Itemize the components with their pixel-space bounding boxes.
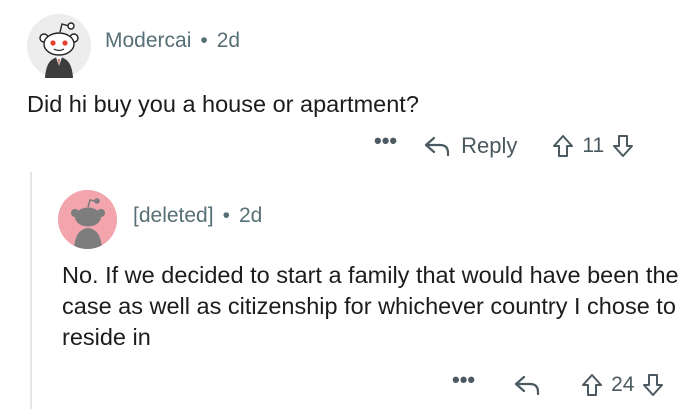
author-name: [deleted] xyxy=(133,204,214,227)
meta-separator: • xyxy=(222,204,230,227)
more-options-button[interactable]: ••• xyxy=(374,128,397,154)
comment-body: Did hi buy you a house or apartment? xyxy=(27,91,419,117)
comment-body: No. If we decided to start a family that… xyxy=(62,262,679,350)
reply-arrow-icon xyxy=(515,375,540,396)
reply-label: Reply xyxy=(461,133,518,158)
downvote-arrow-icon[interactable] xyxy=(612,134,634,158)
author-name[interactable]: Modercai xyxy=(105,29,191,52)
reply-button[interactable] xyxy=(513,373,551,397)
vote-controls: 11 xyxy=(552,134,634,158)
comment-actions: ••• Reply 11 xyxy=(374,128,634,161)
snoo-avatar-icon[interactable] xyxy=(27,14,91,78)
downvote-arrow-icon[interactable] xyxy=(642,373,664,397)
comment-timestamp: 2d xyxy=(238,204,263,227)
deleted-avatar-graphic xyxy=(58,190,117,249)
vote-score: 11 xyxy=(582,134,605,157)
comment-meta: [deleted] • 2d xyxy=(133,204,262,228)
comment-timestamp: 2d xyxy=(216,29,241,52)
snoo-avatar-graphic xyxy=(27,14,91,78)
vote-controls: 24 xyxy=(581,373,664,397)
meta-separator: • xyxy=(200,29,208,52)
more-options-button[interactable]: ••• xyxy=(452,367,475,393)
thread-line[interactable] xyxy=(30,172,32,409)
vote-score: 24 xyxy=(611,373,635,396)
comment-actions: ••• 24 xyxy=(452,367,664,400)
reply-button[interactable]: Reply xyxy=(423,133,517,159)
deleted-user-avatar-icon xyxy=(58,190,117,249)
comment-meta: Modercai • 2d xyxy=(105,29,240,53)
comment-thread: Modercai • 2d Did hi buy you a house or ap… xyxy=(0,0,700,409)
upvote-arrow-icon[interactable] xyxy=(552,134,574,158)
upvote-arrow-icon[interactable] xyxy=(581,373,603,397)
reply-arrow-icon xyxy=(425,136,450,157)
